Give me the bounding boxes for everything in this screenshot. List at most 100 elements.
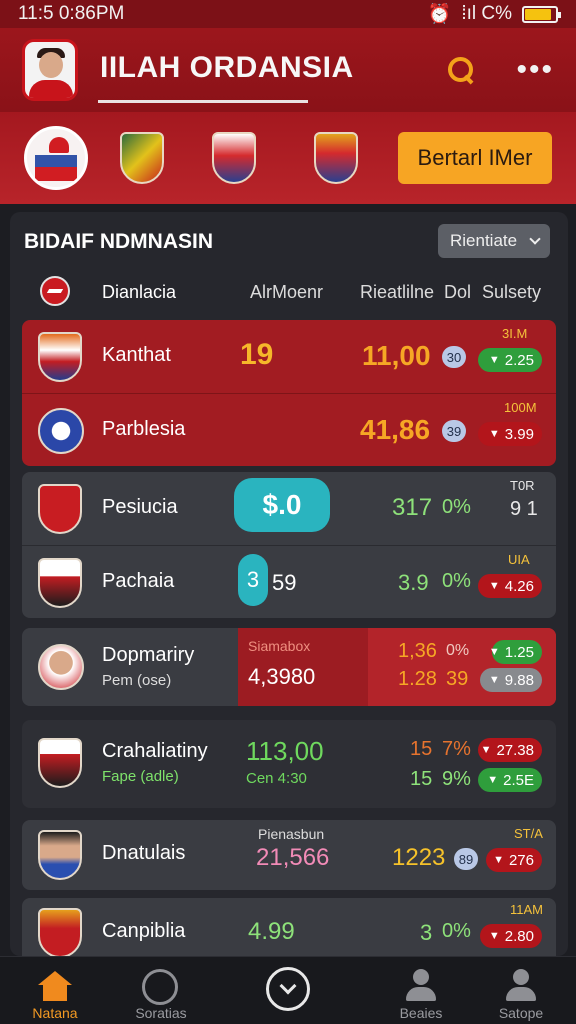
filter-label: Rientiate xyxy=(450,231,518,250)
table-row[interactable]: Crahaliatiny Fape (adle) 113,00 Cen 4:30… xyxy=(22,726,556,800)
team-name: Canpiblia xyxy=(102,920,186,942)
signal-icon: ⁞ıl C% xyxy=(461,3,512,24)
table-row[interactable]: Dnatulais Pienasbun 21,566 1223 89 ST/A … xyxy=(22,818,556,892)
badge-caption: 11AM xyxy=(510,902,543,917)
highlight-value: $.0 xyxy=(234,478,330,532)
app-title: IILAH ORDANSIA xyxy=(98,51,354,103)
team-name: Pesiucia xyxy=(102,496,178,518)
change-badge: ▼ 1.25 xyxy=(489,640,542,664)
search-icon[interactable] xyxy=(446,55,476,85)
column-header: Dianlacia AlrMoenr Rieatlilne Dol Sulset… xyxy=(10,270,568,314)
filter-dropdown[interactable]: Rientiate xyxy=(438,224,550,258)
team-logo-shield-3[interactable] xyxy=(314,132,358,184)
panel-title: BIDAIF NDMNASIN xyxy=(24,230,213,253)
table-row[interactable]: Dopmariry Pem (ose) Siamabox 4,3980 1,36… xyxy=(22,630,556,704)
change-badge: ▼ 3.99 xyxy=(478,422,542,446)
cell-percent: 39 xyxy=(446,668,469,690)
cell-value: 15 xyxy=(410,768,433,790)
nav-label: Soratias xyxy=(135,1005,187,1021)
nav-profile[interactable]: Beaies xyxy=(366,957,476,1024)
rank-pill: 30 xyxy=(442,346,466,368)
chevron-down-icon xyxy=(529,233,541,245)
table-row[interactable]: Canpiblia 4.99 3 0% 11AM ▼ 2.80 xyxy=(22,896,556,956)
cell-caption: Cen 4:30 xyxy=(246,770,307,787)
team-name: Kanthat xyxy=(102,344,171,366)
col-team: Dianlacia xyxy=(102,282,177,302)
user-settings-icon xyxy=(506,969,536,1003)
team-logo xyxy=(38,408,84,454)
table-row[interactable]: Kanthat 19 11,00 30 3I.M ▼ 2.25 xyxy=(22,320,556,394)
table-row[interactable]: Parblesia 41,86 39 100M ▼ 3.99 xyxy=(22,394,556,468)
nav-stats[interactable]: Soratias xyxy=(106,957,216,1024)
app-header: IILAH ORDANSIA ••• xyxy=(0,28,576,112)
badge-caption: 100M xyxy=(504,400,537,415)
player-avatar xyxy=(38,830,82,880)
team-name: Crahaliatiny xyxy=(102,740,208,762)
team-name: Pachaia xyxy=(102,570,175,592)
center-action-button[interactable] xyxy=(266,967,310,1011)
team-logo xyxy=(38,484,82,534)
cta-button[interactable]: Bertarl IMer xyxy=(398,132,552,184)
table-row[interactable]: Pesiucia $.0 317 0% T0R 9 1 xyxy=(22,472,556,546)
bottom-navigation: Natana Soratias Beaies Satope xyxy=(0,956,576,1024)
cell-value: 1223 xyxy=(392,844,446,871)
cell-value: 3 xyxy=(420,920,433,945)
change-badge: ▼ 276 xyxy=(486,848,542,872)
cell-value: 59 xyxy=(272,570,297,595)
col-3[interactable]: Rieatlilne xyxy=(360,282,434,303)
cell-value: 15 xyxy=(410,738,433,760)
cell-value: 41,86 xyxy=(360,414,431,445)
cell-value: 11,00 xyxy=(362,340,431,371)
profile-avatar[interactable] xyxy=(22,39,78,101)
nav-label: Natana xyxy=(32,1005,78,1021)
table-row[interactable]: Pachaia 3 59 3.9 0% UIA ▼ 4.26 xyxy=(22,546,556,620)
team-logo-circle[interactable] xyxy=(24,126,88,190)
team-logo-shield-1[interactable] xyxy=(120,132,164,184)
cell-value: 4,3980 xyxy=(248,664,316,689)
cell-caption: Siamabox xyxy=(248,638,311,654)
more-options-icon[interactable]: ••• xyxy=(516,55,554,85)
highlight-value: 3 xyxy=(238,554,268,606)
badge-caption: 3I.M xyxy=(502,326,528,341)
team-logo xyxy=(38,738,82,788)
cell-value: 317 xyxy=(392,494,433,521)
badge-caption: T0R xyxy=(510,478,535,493)
change-badge: ▼ 2.25 xyxy=(478,348,542,372)
status-time: 11:5 0:86PM xyxy=(18,3,125,24)
badge-caption: UIA xyxy=(508,552,530,567)
cell-value: 19 xyxy=(240,338,274,371)
cell-percent: 0% xyxy=(442,920,471,942)
cell-value: 9 1 xyxy=(510,498,538,520)
standings-panel: BIDAIF NDMNASIN Rientiate Dianlacia AlrM… xyxy=(10,212,568,956)
col-4[interactable]: Dol xyxy=(444,282,471,303)
team-logo xyxy=(38,558,82,608)
team-logos-row: Bertarl IMer xyxy=(0,112,576,204)
team-sub: Fape (adle) xyxy=(102,768,179,785)
team-logo-shield-2[interactable] xyxy=(212,132,256,184)
change-badge: ▼ 4.26 xyxy=(478,574,542,598)
col-2[interactable]: AlrMoenr xyxy=(250,282,323,303)
chevron-down-icon xyxy=(279,977,297,995)
home-icon xyxy=(38,971,72,1001)
player-avatar xyxy=(38,644,84,690)
cell-percent: 0% xyxy=(442,570,471,592)
cell-value: 3.9 xyxy=(398,570,429,595)
col-5[interactable]: Sulsety xyxy=(482,282,541,303)
battery-icon xyxy=(522,5,561,23)
nav-home[interactable]: Natana xyxy=(0,957,110,1024)
alarm-icon: ⏰ xyxy=(427,4,452,25)
change-badge: ▼ 2.5E xyxy=(478,768,542,792)
cell-percent: 0% xyxy=(446,642,470,659)
change-badge: ▼ 2.80 xyxy=(480,924,542,948)
cell-value: 1.28 xyxy=(398,668,437,690)
rank-pill: 39 xyxy=(442,420,466,442)
nav-settings[interactable]: Satope xyxy=(466,957,576,1024)
cell-caption: Pienasbun xyxy=(258,826,325,842)
player-sub: Pem (ose) xyxy=(102,672,172,689)
team-name: Parblesia xyxy=(102,418,186,440)
cell-value: 21,566 xyxy=(256,844,330,871)
player-name: Dnatulais xyxy=(102,842,186,864)
badge-caption: ST/A xyxy=(514,826,543,841)
league-icon xyxy=(40,276,70,306)
change-badge: ▼ 27.38 xyxy=(478,738,542,762)
